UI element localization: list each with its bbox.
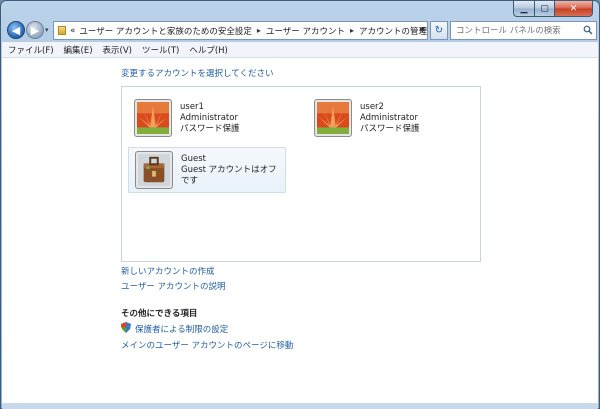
menu-file[interactable]: ファイル(F)	[8, 44, 54, 56]
flower-picture-icon	[314, 99, 352, 137]
address-bar[interactable]: « ユーザー アカウントと家族のための安全設定 ▸ ユーザー アカウント ▸ ア…	[53, 21, 428, 40]
account-name: user2	[360, 101, 384, 112]
other-tasks-title: その他にできる項目	[121, 309, 198, 319]
flower-picture-icon	[134, 99, 172, 137]
account-role: Administrator	[360, 112, 418, 123]
search-icon[interactable]	[583, 25, 593, 35]
caption-buttons: ▁ ▢ ✕	[513, 1, 593, 17]
minimize-icon: ▁	[520, 3, 528, 14]
refresh-button[interactable]: ↻	[430, 21, 448, 40]
breadcrumb-overflow[interactable]: «	[70, 26, 75, 36]
account-status: Guest アカウントはオフです	[181, 164, 277, 186]
account-tile-user2[interactable]: user2 Administrator パスワード保護	[308, 95, 466, 141]
account-list: user1 Administrator パスワード保護 user2 Admini…	[121, 86, 481, 262]
forward-arrow-icon: ▶	[30, 23, 40, 37]
menu-edit[interactable]: 編集(E)	[64, 44, 93, 56]
breadcrumb-separator-icon[interactable]: ▸	[257, 26, 261, 35]
back-arrow-icon: ◀	[11, 23, 21, 37]
history-dropdown-icon[interactable]: ▾	[45, 26, 49, 34]
account-tile-user1[interactable]: user1 Administrator パスワード保護	[128, 95, 286, 141]
account-name: user1	[180, 101, 204, 112]
account-status: パスワード保護	[180, 123, 240, 134]
menu-view[interactable]: 表示(V)	[103, 44, 132, 56]
page-heading: 変更するアカウントを選択してください	[121, 69, 274, 79]
maximize-icon: ▢	[540, 3, 549, 14]
breadcrumb-separator-icon[interactable]: ▸	[350, 26, 354, 35]
navigation-bar: ◀ ▶ ▾ « ユーザー アカウントと家族のための安全設定 ▸ ユーザー アカウ…	[5, 19, 597, 41]
window-bottom-border	[2, 403, 598, 409]
account-info: Guest Guest アカウントはオフです	[181, 154, 285, 187]
breadcrumb-family-safety[interactable]: ユーザー アカウントと家族のための安全設定	[79, 25, 252, 37]
close-icon: ✕	[569, 3, 578, 14]
forward-button[interactable]: ▶	[26, 21, 44, 39]
breadcrumb-user-accounts[interactable]: ユーザー アカウント	[266, 25, 345, 37]
refresh-icon: ↻	[434, 25, 444, 36]
menu-tools[interactable]: ツール(T)	[142, 44, 179, 56]
account-status: パスワード保護	[360, 123, 420, 134]
suitcase-picture-icon	[135, 151, 173, 189]
account-role: Administrator	[180, 112, 238, 123]
address-dropdown-icon[interactable]: ▼	[420, 26, 425, 34]
content-area: 変更するアカウントを選択してください user1 Administrator パ…	[2, 58, 598, 403]
account-tile-guest[interactable]: Guest Guest アカウントはオフです	[128, 147, 286, 193]
menu-bar: ファイル(F) 編集(E) 表示(V) ツール(T) ヘルプ(H)	[2, 42, 598, 58]
control-panel-window: ▁ ▢ ✕ ◀ ▶ ▾ « ユーザー アカウントと家族のための安全設定 ▸ ユー…	[0, 0, 600, 409]
main-user-accounts-link[interactable]: メインのユーザー アカウントのページに移動	[121, 339, 293, 351]
minimize-button[interactable]: ▁	[513, 1, 535, 17]
back-button[interactable]: ◀	[7, 21, 25, 39]
breadcrumb-manage-accounts[interactable]: アカウントの管理	[359, 25, 427, 37]
account-name: Guest	[181, 153, 206, 164]
parental-controls-link[interactable]: 保護者による制限の設定	[135, 323, 228, 335]
search-input[interactable]	[456, 25, 581, 36]
control-panel-icon	[58, 26, 67, 35]
maximize-button[interactable]: ▢	[535, 1, 555, 17]
search-box[interactable]	[450, 21, 597, 40]
shield-icon	[121, 322, 131, 333]
menu-help[interactable]: ヘルプ(H)	[189, 44, 228, 56]
account-info: user2 Administrator パスワード保護	[360, 102, 420, 135]
account-info: user1 Administrator パスワード保護	[180, 102, 240, 135]
close-button[interactable]: ✕	[555, 1, 593, 17]
create-account-link[interactable]: 新しいアカウントの作成	[121, 265, 215, 277]
about-accounts-link[interactable]: ユーザー アカウントの説明	[121, 280, 226, 292]
